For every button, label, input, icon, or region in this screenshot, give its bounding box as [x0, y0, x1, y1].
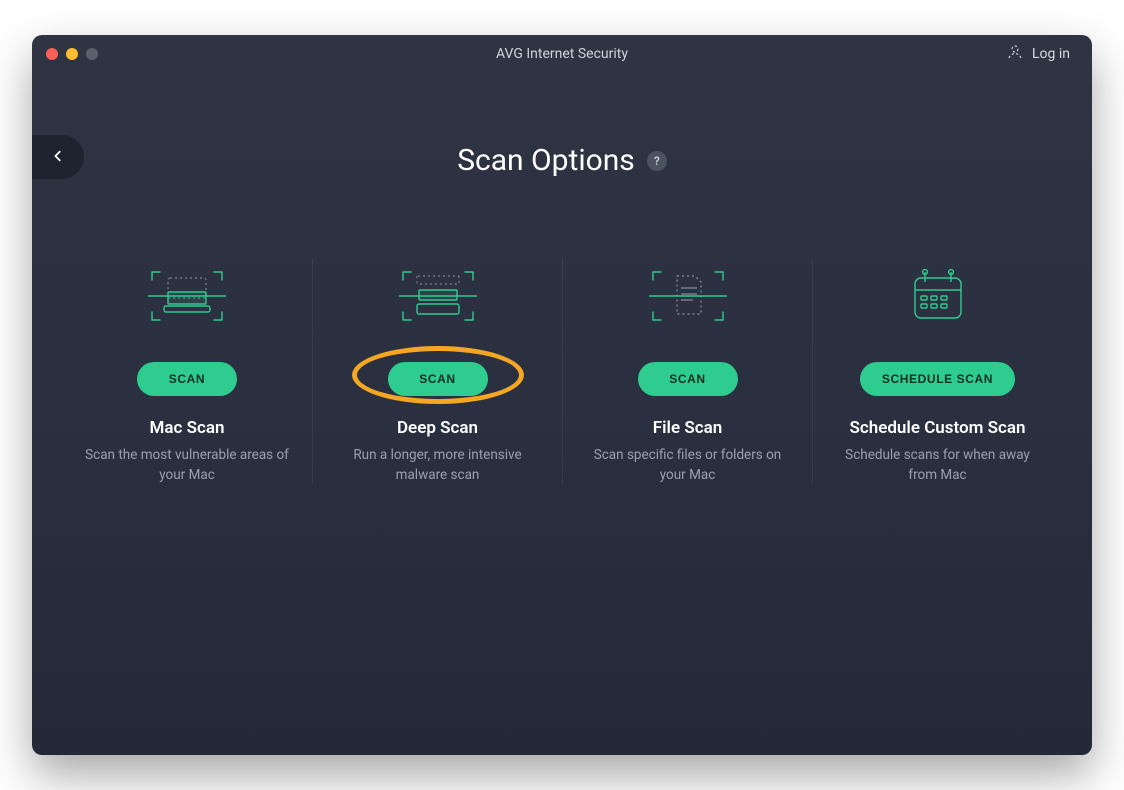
option-file-scan: SCAN File Scan Scan specific files or fo…	[562, 258, 812, 485]
option-title: Schedule Custom Scan	[849, 418, 1025, 438]
file-scan-button[interactable]: SCAN	[638, 362, 738, 396]
scan-file-icon	[643, 258, 733, 334]
scan-options-row: SCAN Mac Scan Scan the most vulnerable a…	[32, 258, 1092, 485]
app-title: AVG Internet Security	[496, 46, 628, 62]
app-window: AVG Internet Security Log in Scan Option…	[32, 35, 1092, 755]
schedule-scan-button[interactable]: SCHEDULE SCAN	[860, 362, 1015, 396]
option-mac-scan: SCAN Mac Scan Scan the most vulnerable a…	[62, 258, 312, 485]
login-label: Log in	[1032, 46, 1070, 62]
option-description: Schedule scans for when away from Mac	[835, 446, 1040, 485]
option-description: Run a longer, more intensive malware sca…	[335, 446, 540, 485]
maximize-window-button[interactable]	[86, 48, 98, 60]
login-button[interactable]: Log in	[1006, 43, 1070, 65]
option-title: File Scan	[653, 418, 722, 438]
schedule-scan-icon	[893, 258, 983, 334]
option-description: Scan the most vulnerable areas of your M…	[84, 446, 290, 485]
page-title-row: Scan Options ?	[32, 143, 1092, 178]
back-button[interactable]	[32, 135, 84, 179]
option-schedule-scan: SCHEDULE SCAN Schedule Custom Scan Sched…	[812, 258, 1062, 485]
close-window-button[interactable]	[46, 48, 58, 60]
page-title: Scan Options	[457, 143, 635, 178]
option-title: Mac Scan	[150, 418, 225, 438]
title-bar: AVG Internet Security Log in	[32, 35, 1092, 73]
user-dashed-icon	[1006, 43, 1024, 65]
chevron-left-icon	[51, 148, 65, 167]
help-button[interactable]: ?	[647, 151, 667, 171]
mac-scan-button[interactable]: SCAN	[137, 362, 237, 396]
option-title: Deep Scan	[397, 418, 478, 438]
window-controls	[46, 48, 98, 60]
option-description: Scan specific files or folders on your M…	[585, 446, 790, 485]
scan-mac-icon	[142, 258, 232, 334]
deep-scan-button[interactable]: SCAN	[388, 362, 488, 396]
option-deep-scan: SCAN Deep Scan Run a longer, more intens…	[312, 258, 562, 485]
scan-deep-icon	[393, 258, 483, 334]
minimize-window-button[interactable]	[66, 48, 78, 60]
